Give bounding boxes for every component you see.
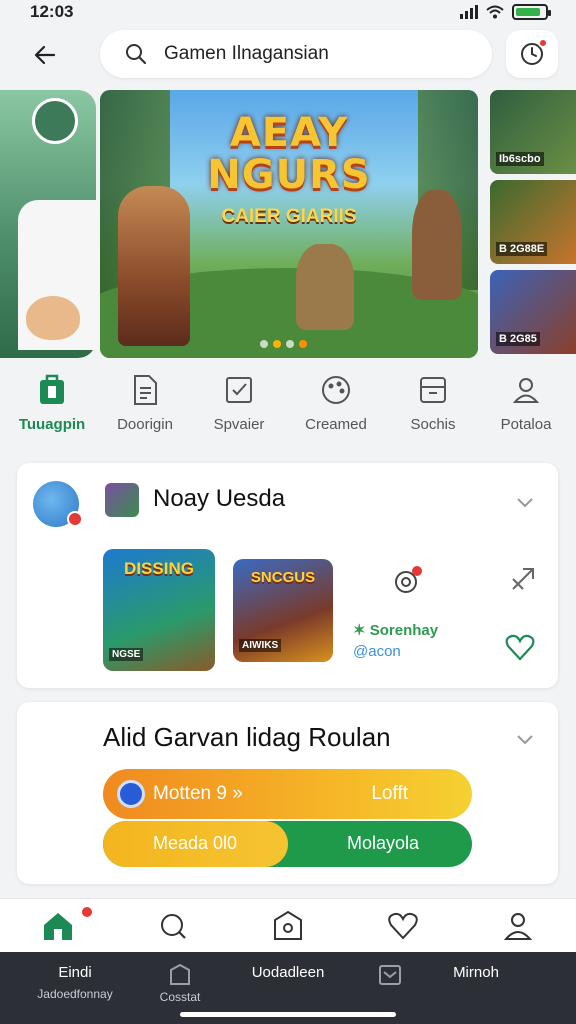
search-input[interactable] xyxy=(164,43,464,65)
status-bar: 12:03 xyxy=(0,0,576,24)
shield-icon xyxy=(274,910,302,940)
side-thumbnails: Ib6scbo B 2G88E B 2G85 xyxy=(490,90,576,358)
share-icon[interactable] xyxy=(509,565,537,593)
carousel-dot-active[interactable] xyxy=(273,340,281,348)
progress-bar-top[interactable]: Motten 9 » Lofft xyxy=(103,769,472,819)
shield-icon xyxy=(170,963,190,985)
back-button[interactable] xyxy=(26,36,64,74)
banner-subtitle: CAIER GIARIIS xyxy=(221,206,357,227)
carousel-dot[interactable] xyxy=(260,340,268,348)
home-badge xyxy=(80,905,94,919)
game-tile-1[interactable]: DISSING NGSE xyxy=(103,549,215,671)
user-avatar[interactable] xyxy=(33,481,83,527)
home-indicator[interactable] xyxy=(180,1012,396,1017)
flower-icon[interactable] xyxy=(389,565,423,599)
archive-icon xyxy=(420,377,446,403)
side-thumb-3[interactable]: B 2G85 xyxy=(490,270,576,354)
status-icons xyxy=(460,4,551,20)
system-item-1[interactable]: Eindi Jadoedfonnay xyxy=(20,964,130,1001)
category-doorigin[interactable]: Doorigin xyxy=(97,372,193,433)
progress-card[interactable]: Alid Garvan lidag Roulan Motten 9 » Loff… xyxy=(17,702,558,884)
inbox-icon xyxy=(379,965,401,985)
bottom-nav xyxy=(0,898,576,952)
category-tuuagpin[interactable]: Tuuagpin xyxy=(4,372,100,433)
status-time: 12:03 xyxy=(30,2,74,21)
chevron-down-icon[interactable] xyxy=(516,730,534,748)
carousel-dot[interactable] xyxy=(286,340,294,348)
document-icon xyxy=(134,375,157,405)
arrow-left-icon xyxy=(34,45,56,65)
search-icon xyxy=(126,44,147,65)
checkbox-icon xyxy=(226,377,252,403)
nav-search[interactable] xyxy=(115,899,230,952)
heart-icon xyxy=(388,912,418,939)
card-title: Alid Garvan lidag Roulan xyxy=(103,722,391,752)
profile-icon xyxy=(504,912,533,940)
nav-profile[interactable] xyxy=(461,899,576,952)
store-icon xyxy=(40,374,64,404)
carousel-dots[interactable] xyxy=(260,340,307,348)
chevron-down-icon[interactable] xyxy=(516,493,534,511)
game-icon xyxy=(105,483,139,517)
banner-creature xyxy=(296,244,354,330)
activity-card[interactable]: Noay Uesda DISSING NGSE SNCGUS AIWIKS ✶ … xyxy=(17,463,558,688)
featured-banner[interactable]: AEAY NGURS CAIER GIARIIS xyxy=(100,90,478,358)
category-row: Tuuagpin Doorigin Spvaier Creamed Sochis… xyxy=(0,372,576,442)
system-item-2[interactable]: Cosstat xyxy=(150,963,210,1004)
nav-library[interactable] xyxy=(230,899,345,952)
signal-icon xyxy=(460,5,478,19)
side-thumb-1[interactable]: Ib6scbo xyxy=(490,90,576,174)
card-title: Noay Uesda xyxy=(153,485,286,512)
heart-icon[interactable] xyxy=(505,633,535,661)
battery-icon xyxy=(512,4,551,20)
mascot-icon xyxy=(26,296,80,340)
avatar-badge xyxy=(67,511,83,527)
nav-home[interactable] xyxy=(0,899,115,952)
category-creamed[interactable]: Creamed xyxy=(288,372,384,433)
system-item-5[interactable]: Mirnoh xyxy=(436,964,516,981)
category-spvaier[interactable]: Spvaier xyxy=(191,372,287,433)
home-icon xyxy=(43,912,72,940)
game-avatar[interactable] xyxy=(32,98,78,144)
side-thumb-2[interactable]: B 2G88E xyxy=(490,180,576,264)
card-meta: ✶ Sorenhay @acon xyxy=(353,622,439,660)
progress-bar-bottom[interactable]: Meada 0l0 Molayola xyxy=(103,821,472,867)
notification-badge xyxy=(538,38,548,48)
banner-title: AEAY NGURS xyxy=(207,110,371,198)
notification-button[interactable] xyxy=(506,30,558,78)
wifi-icon xyxy=(486,5,504,19)
nav-favorites[interactable] xyxy=(346,899,461,952)
search-icon xyxy=(160,913,186,939)
search-bar[interactable] xyxy=(100,30,492,78)
palette-icon xyxy=(322,376,350,404)
system-item-3[interactable]: Uodadleen xyxy=(238,964,338,981)
game-tile-2[interactable]: SNCGUS AIWIKS xyxy=(233,559,333,662)
category-sochis[interactable]: Sochis xyxy=(385,372,481,433)
user-icon xyxy=(512,378,540,403)
system-item-4[interactable] xyxy=(370,964,410,990)
category-potaloa[interactable]: Potaloa xyxy=(478,372,574,433)
team-logo-icon xyxy=(117,780,145,808)
carousel-dot[interactable] xyxy=(299,340,307,348)
